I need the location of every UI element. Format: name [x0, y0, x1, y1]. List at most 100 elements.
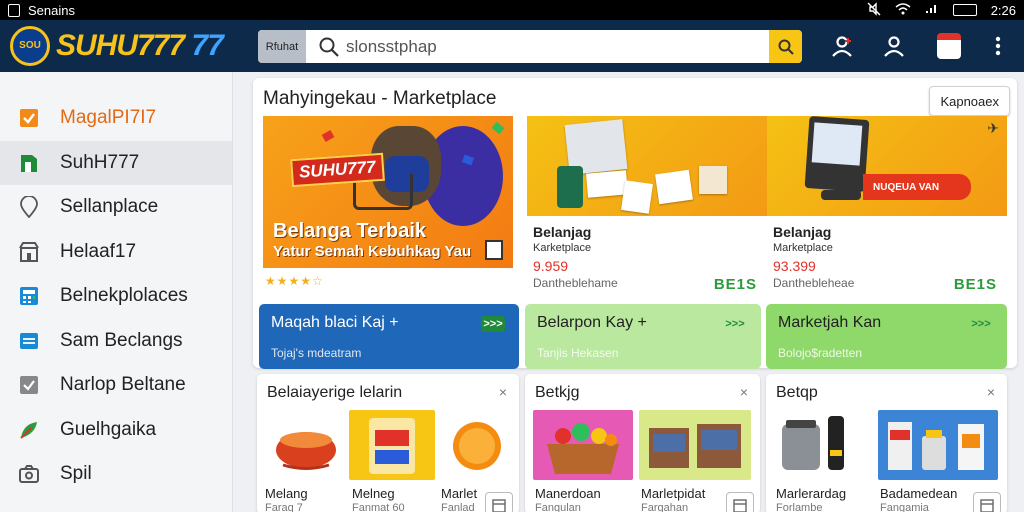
promo-subtitle: Yatur Semah Kebuhkag Yau: [273, 243, 472, 260]
tile-sub: Fangulan: [535, 502, 581, 512]
logo-text: SUHU777 77: [56, 29, 224, 63]
product-badge: BE1S: [953, 276, 997, 293]
category-tile[interactable]: Belarpon Kay + Tanjis Hekasen >>>: [525, 304, 761, 369]
category-tile[interactable]: Marketjah Kan Bolojo$radetten >>>: [766, 304, 1007, 369]
product-tile[interactable]: [349, 410, 435, 480]
sidebar-item-4[interactable]: Belnekplolaces: [0, 274, 232, 319]
receipt-shape: [621, 180, 653, 214]
category-subtitle: Bolojo$radetten: [778, 346, 863, 360]
main-content: Mahyingekau - Marketplace Kapnoaex SUHU7…: [233, 72, 1024, 512]
product-tile[interactable]: [878, 410, 998, 480]
product-category: Karketplace: [533, 242, 592, 254]
forward-arrows-icon[interactable]: >>>: [969, 316, 993, 332]
product-tile[interactable]: [774, 410, 870, 480]
brand-logo[interactable]: SOU SUHU777 77: [10, 26, 240, 66]
sidebar-item-label: Spil: [60, 463, 92, 485]
product-tile[interactable]: [437, 410, 519, 480]
tile-label: Badamedean: [880, 486, 958, 501]
app-bar: SOU SUHU777 77 Rfuhat 1: [0, 20, 1024, 72]
search-scope-selector[interactable]: Rfuhat: [258, 30, 306, 63]
search-icon: [318, 36, 340, 58]
expand-icon[interactable]: [485, 492, 513, 512]
forward-arrows-icon[interactable]: >>>: [481, 316, 505, 332]
product-image: NUQEUA VAN ✈: [767, 116, 1007, 216]
profile-button[interactable]: [878, 30, 910, 62]
product-image: [527, 116, 767, 216]
category-tile[interactable]: Maqah blaci Kaj + Tojaj's mdeatram >>>: [259, 304, 519, 369]
orange-illustration: [453, 422, 501, 470]
promo-ribbon: NUQEUA VAN: [863, 174, 971, 200]
list-title: Belaiayerige lelarin: [267, 384, 403, 401]
location-pin-icon: [18, 196, 40, 219]
tile-label: Melang: [265, 486, 308, 501]
calendar-icon: [937, 33, 962, 59]
app-indicator-icon: [8, 3, 20, 17]
sidebar-item-0[interactable]: MagalPI7I7: [0, 96, 232, 141]
close-icon[interactable]: ×: [987, 384, 995, 400]
product-tile[interactable]: [533, 410, 633, 480]
sidebar-item-label: SuhH777: [60, 151, 140, 173]
tile-label: Marlet: [441, 486, 478, 501]
search-input[interactable]: [346, 36, 769, 57]
search-submit-button[interactable]: [769, 30, 802, 63]
tile-label: Melneg: [352, 486, 395, 501]
promo-banner[interactable]: SUHU777 Belanga Terbaik Yatur Semah Kebu…: [263, 116, 513, 268]
category-title: Belarpon Kay +: [537, 314, 647, 331]
tile-sub: Farag 7: [265, 502, 303, 512]
more-options-button[interactable]: [982, 30, 1014, 62]
product-list-card: Betqp × Marlerardag Forlambe Badamedean …: [766, 374, 1007, 512]
bookmark-icon: [18, 152, 40, 174]
tile-label: Marlerardag: [776, 486, 847, 501]
product-card[interactable]: NUQEUA VAN ✈ Belanjag Marketplace 93.399…: [767, 116, 1007, 296]
close-icon[interactable]: ×: [740, 384, 748, 400]
product-tile[interactable]: [639, 410, 751, 480]
battery-icon: [952, 4, 977, 16]
product-list-card: Belaiayerige lelarin × Melang Farag 7 Me…: [257, 374, 519, 512]
promo-title: Belanga Terbaik: [273, 220, 427, 242]
product-price: 93.399: [773, 258, 816, 274]
hero-action-button[interactable]: Kapnoaex: [929, 86, 1010, 116]
sidebar-item-label: Narlop Beltane: [60, 374, 186, 396]
product-seller: Danthebleheae: [773, 276, 855, 290]
logo-badge: SOU: [10, 26, 50, 66]
pin-icon[interactable]: ✈: [987, 120, 999, 137]
appliance-illustration: [782, 416, 844, 470]
sidebar: MagalPI7I7 SuhH777 Sellanplace Helaaf17 …: [0, 72, 233, 512]
sidebar-item-6[interactable]: Narlop Beltane: [0, 363, 232, 408]
product-price: 9.959: [533, 258, 569, 274]
receipt-shape: [655, 169, 693, 205]
calendar-button[interactable]: 1: [930, 30, 962, 62]
search-bar: Rfuhat: [258, 30, 802, 63]
forward-arrows-icon[interactable]: >>>: [723, 316, 747, 332]
sidebar-item-8[interactable]: Spil: [0, 452, 232, 497]
sidebar-item-3[interactable]: Helaaf17: [0, 230, 232, 275]
close-icon[interactable]: ×: [499, 384, 507, 400]
sidebar-item-2[interactable]: Sellanplace: [0, 185, 232, 230]
category-subtitle: Tojaj's mdeatram: [271, 346, 362, 360]
product-category: Marketplace: [773, 242, 833, 254]
expand-icon[interactable]: [726, 492, 754, 512]
add-user-button[interactable]: [826, 30, 858, 62]
list-icon: [18, 330, 40, 352]
kiosk-screen: [811, 122, 863, 166]
expand-icon[interactable]: [973, 492, 1001, 512]
list-title: Betqp: [776, 384, 818, 401]
product-name: Belanjag: [773, 224, 832, 240]
camera-icon: [18, 463, 40, 485]
sidebar-item-label: Guelhgaika: [60, 418, 157, 440]
sidebar-item-5[interactable]: Sam Beclangs: [0, 319, 232, 364]
product-tile[interactable]: [263, 410, 349, 480]
checkbox-icon: [18, 107, 40, 129]
sidebar-item-label: MagalPI7I7: [60, 107, 157, 129]
more-vertical-icon: [995, 36, 1001, 56]
user-icon: [884, 36, 904, 57]
product-card[interactable]: Belanjag Karketplace 9.959 Dantheblehame…: [527, 116, 767, 296]
sidebar-item-label: Sam Beclangs: [60, 329, 183, 351]
wifi-icon: [895, 2, 911, 18]
sidebar-item-1[interactable]: SuhH777: [0, 140, 232, 185]
tile-sub: Fanmat 60: [352, 502, 405, 512]
category-title: Maqah blaci Kaj +: [271, 314, 399, 331]
product-seller: Dantheblehame: [533, 276, 618, 290]
sidebar-item-7[interactable]: Guelhgaika: [0, 408, 232, 453]
product-list-card: Betkjg × Manerdoan Fangulan Marletpidat …: [525, 374, 760, 512]
